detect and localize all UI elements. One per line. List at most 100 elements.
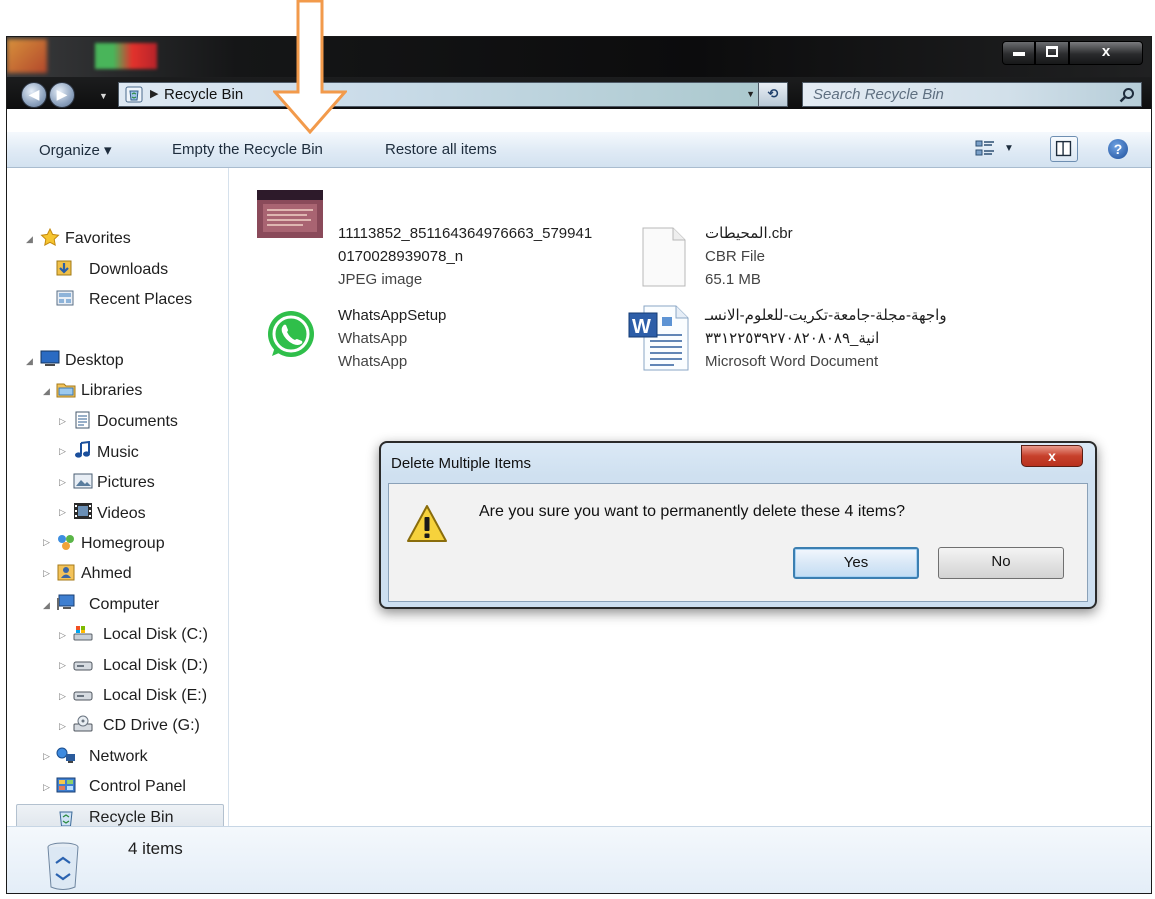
yes-button[interactable]: Yes <box>793 547 919 579</box>
tree-item-recycle-bin[interactable]: Recycle Bin <box>89 809 173 827</box>
view-options-dropdown-icon[interactable]: ▼ <box>1004 143 1014 154</box>
forward-button[interactable]: ▶ <box>49 82 75 108</box>
tree-item-documents[interactable]: Documents <box>97 413 178 431</box>
tree-item-desktop[interactable]: Desktop <box>65 352 124 370</box>
file-name[interactable]: المحيطات.cbr <box>705 223 793 245</box>
hard-drive-icon <box>73 691 93 701</box>
recycle-bin-icon <box>125 86 143 103</box>
tree-item-downloads[interactable]: Downloads <box>89 261 168 279</box>
blurred-thumbnail <box>95 43 157 69</box>
svg-text:W: W <box>632 316 651 338</box>
file-size: 65.1 MB <box>705 271 761 288</box>
tree-item-local-disk-d[interactable]: Local Disk (D:) <box>103 657 208 675</box>
maximize-button[interactable] <box>1035 41 1069 65</box>
file-name-continued[interactable]: انية_٣٣١٢٢٥٣٩٢٧٠٨٢٠٨٠٨٩ <box>705 328 879 350</box>
collapse-arrow-icon[interactable]: ◢ <box>43 386 50 397</box>
organize-button[interactable]: Organize ▾ <box>39 141 112 159</box>
pictures-icon <box>73 473 93 489</box>
file-item-whatsapp[interactable] <box>266 310 316 360</box>
hard-drive-icon <box>73 661 93 671</box>
address-dropdown-icon[interactable]: ▼ <box>746 89 755 99</box>
collapse-arrow-icon[interactable]: ◢ <box>26 234 33 245</box>
help-button[interactable]: ? <box>1108 139 1128 159</box>
blurred-thumbnail <box>7 39 47 73</box>
restore-all-items-button[interactable]: Restore all items <box>385 141 497 158</box>
music-icon <box>75 441 90 458</box>
file-name[interactable]: 11113852_851164364976663_579941 <box>338 223 592 245</box>
tree-item-local-disk-c[interactable]: Local Disk (C:) <box>103 626 208 644</box>
file-name-continued[interactable]: 0170028939078_n <box>338 246 463 268</box>
tree-item-libraries[interactable]: Libraries <box>81 382 142 400</box>
file-item-jpeg[interactable] <box>257 190 323 238</box>
tree-item-control-panel[interactable]: Control Panel <box>89 778 186 796</box>
videos-icon <box>74 503 92 519</box>
file-name[interactable]: واجهة-مجلة-جامعة-تكريت-للعلوم-الانسـ <box>705 305 947 327</box>
tree-item-recent-places[interactable]: Recent Places <box>89 291 192 309</box>
minimize-icon <box>1012 52 1025 56</box>
tree-item-videos[interactable]: Videos <box>97 505 146 523</box>
expand-arrow-icon[interactable]: ▷ <box>59 416 66 427</box>
recycle-bin-icon <box>47 842 79 890</box>
back-button[interactable]: ◀ <box>21 82 47 108</box>
expand-arrow-icon[interactable]: ▷ <box>59 477 66 488</box>
downloads-icon <box>56 260 72 276</box>
tree-item-ahmed[interactable]: Ahmed <box>81 565 132 583</box>
empty-recycle-bin-button[interactable]: Empty the Recycle Bin <box>172 141 323 158</box>
expand-arrow-icon[interactable]: ▷ <box>59 721 66 732</box>
close-button[interactable]: x <box>1069 41 1143 65</box>
no-button[interactable]: No <box>938 547 1064 579</box>
address-bar[interactable]: ▶ Recycle Bin ▼ <box>118 82 788 107</box>
close-icon: x <box>1048 448 1056 464</box>
documents-icon <box>75 411 90 429</box>
desktop-icon <box>40 350 60 366</box>
change-view-icon[interactable] <box>975 139 995 159</box>
tree-item-local-disk-e[interactable]: Local Disk (E:) <box>103 687 207 705</box>
dialog-close-button[interactable]: x <box>1021 445 1083 467</box>
libraries-icon <box>56 383 76 398</box>
tree-item-homegroup[interactable]: Homegroup <box>81 535 165 553</box>
expand-arrow-icon[interactable]: ▷ <box>59 660 66 671</box>
expand-arrow-icon[interactable]: ▷ <box>43 568 50 579</box>
search-icon[interactable] <box>1119 87 1135 103</box>
file-type: Microsoft Word Document <box>705 353 879 370</box>
file-type: WhatsApp <box>338 330 408 347</box>
annotation-arrow-icon <box>273 0 347 134</box>
navigation-bar: ◀ ▶ ▼ ▶ Recycle Bin ▼ ⟲ Search Recycle B… <box>7 77 1151 109</box>
homegroup-icon <box>58 535 74 550</box>
warning-icon <box>407 505 447 542</box>
breadcrumb-location[interactable]: Recycle Bin <box>164 86 243 103</box>
tree-item-computer[interactable]: Computer <box>89 596 159 614</box>
word-document-icon: W <box>628 305 689 371</box>
file-name[interactable]: WhatsAppSetup <box>338 305 446 327</box>
navigation-pane: ◢ Favorites Downloads Recent Places ◢ De… <box>7 168 229 834</box>
expand-arrow-icon[interactable]: ▷ <box>43 751 50 762</box>
title-bar[interactable]: x <box>7 37 1151 77</box>
refresh-button[interactable]: ⟲ <box>758 82 788 107</box>
tree-item-network[interactable]: Network <box>89 748 148 766</box>
recent-pages-chevron-icon[interactable]: ▼ <box>99 91 108 101</box>
preview-pane-button[interactable] <box>1050 136 1078 162</box>
user-folder-icon <box>57 564 75 581</box>
file-type: CBR File <box>705 248 766 265</box>
expand-arrow-icon[interactable]: ▷ <box>59 691 66 702</box>
minimize-button[interactable] <box>1002 41 1035 65</box>
tree-item-pictures[interactable]: Pictures <box>97 474 155 492</box>
expand-arrow-icon[interactable]: ▷ <box>59 507 66 518</box>
search-input[interactable]: Search Recycle Bin <box>802 82 1142 107</box>
tree-item-cd-drive[interactable]: CD Drive (G:) <box>103 717 200 735</box>
tree-item-music[interactable]: Music <box>97 444 139 462</box>
tree-item-favorites[interactable]: Favorites <box>65 230 131 248</box>
collapse-arrow-icon[interactable]: ◢ <box>26 356 33 367</box>
expand-arrow-icon[interactable]: ▷ <box>43 537 50 548</box>
file-item-word[interactable]: W <box>628 305 690 371</box>
close-icon: x <box>1101 43 1111 60</box>
breadcrumb-chevron-icon[interactable]: ▶ <box>150 87 158 100</box>
file-type: JPEG image <box>338 271 423 288</box>
file-item-cbr[interactable] <box>642 227 686 287</box>
expand-arrow-icon[interactable]: ▷ <box>43 782 50 793</box>
collapse-arrow-icon[interactable]: ◢ <box>43 600 50 611</box>
recycle-bin-icon <box>59 811 73 827</box>
expand-arrow-icon[interactable]: ▷ <box>59 446 66 457</box>
computer-icon <box>57 594 75 610</box>
expand-arrow-icon[interactable]: ▷ <box>59 630 66 641</box>
